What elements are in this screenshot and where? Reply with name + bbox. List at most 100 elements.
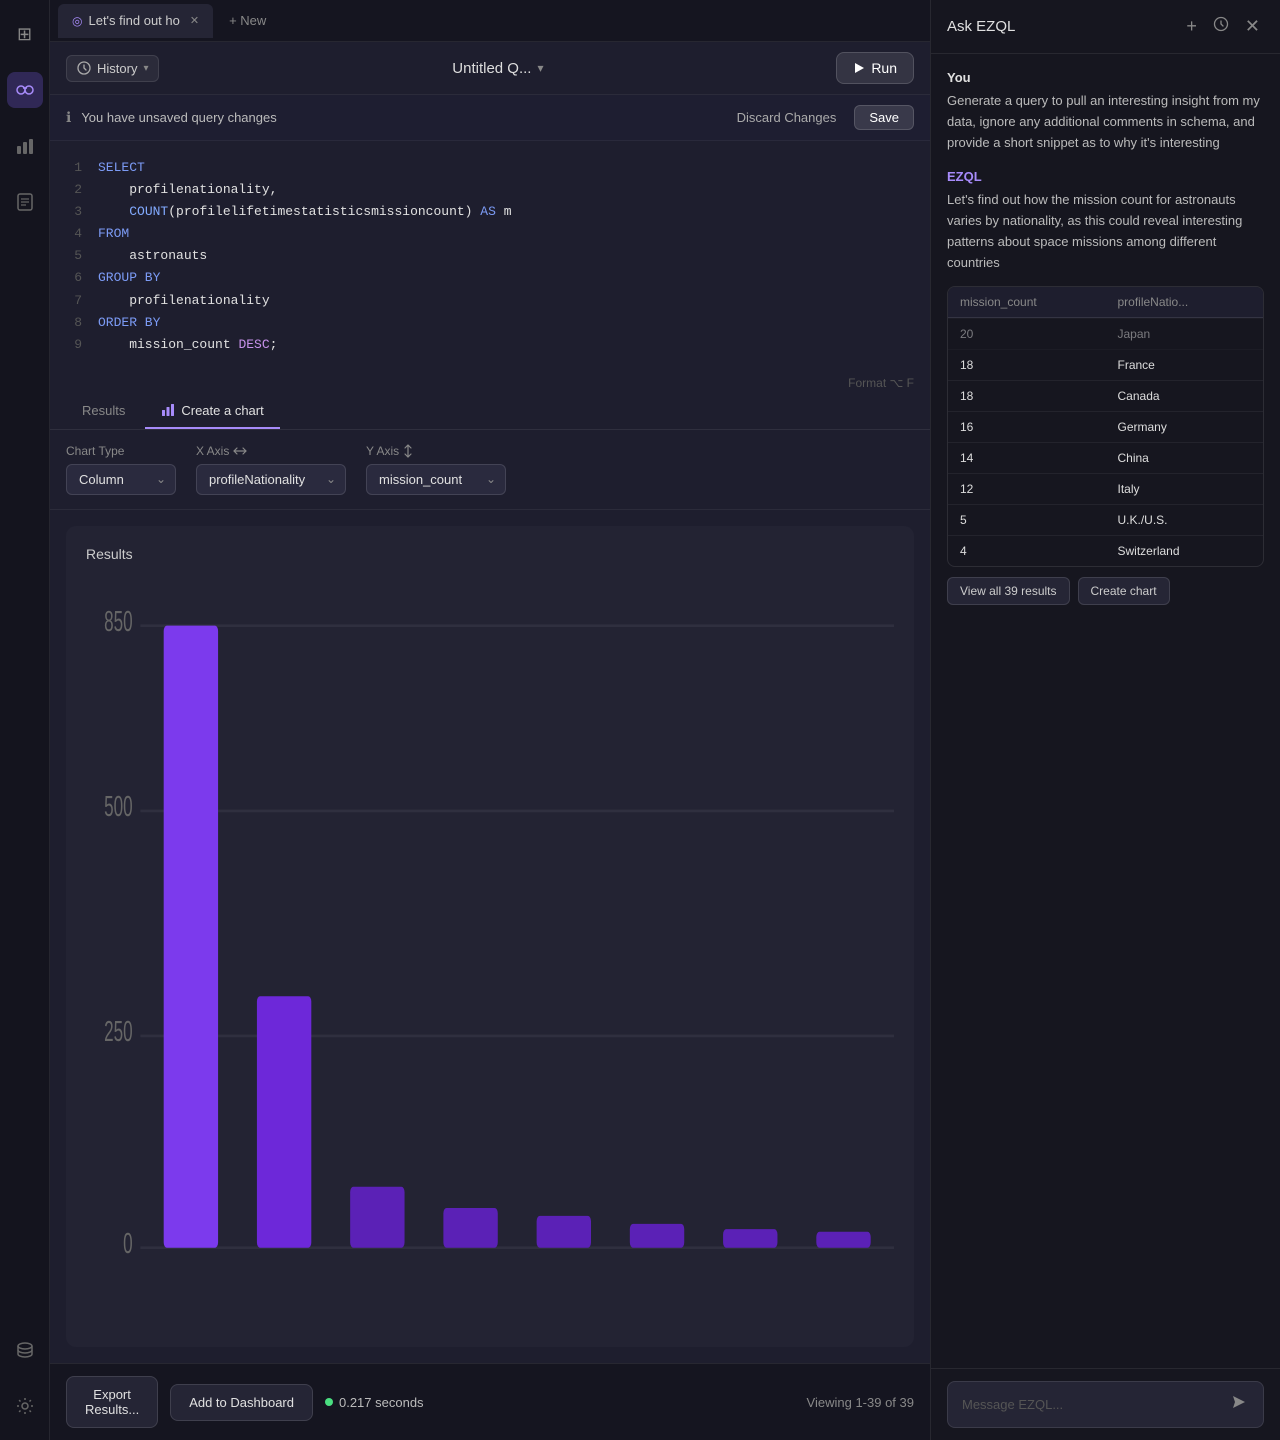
chart-svg: 850 500 250 0 bbox=[86, 578, 894, 1319]
ezql-close-button[interactable]: ✕ bbox=[1241, 12, 1264, 41]
ezql-message-text: Let's find out how the mission count for… bbox=[947, 190, 1264, 273]
ezql-panel: Ask EZQL + ✕ You Generate a query to pul… bbox=[930, 0, 1280, 1440]
table-row-france: 18 France bbox=[948, 350, 1263, 381]
cell-germany-country: Germany bbox=[1106, 412, 1264, 442]
sidebar-item-document[interactable] bbox=[7, 184, 43, 220]
new-tab-label: + New bbox=[229, 13, 266, 28]
table-actions: View all 39 results Create chart bbox=[947, 577, 1264, 605]
tab-close-button[interactable]: ✕ bbox=[190, 14, 199, 27]
chart-tab-icon bbox=[161, 403, 175, 417]
tab-label: Let's find out ho bbox=[88, 13, 179, 28]
sidebar-item-settings[interactable] bbox=[7, 1388, 43, 1424]
svg-text:0: 0 bbox=[123, 1227, 133, 1260]
chart-type-select[interactable]: Column Bar Line Scatter Pie bbox=[66, 464, 176, 495]
table-row-uk-us: 5 U.K./U.S. bbox=[948, 505, 1263, 536]
ezql-message: EZQL Let's find out how the mission coun… bbox=[947, 169, 1264, 604]
cell-ukus-count: 5 bbox=[948, 505, 1106, 535]
chart-type-label: Chart Type bbox=[66, 444, 176, 458]
svg-text:850: 850 bbox=[104, 605, 133, 638]
chart-config: Chart Type Column Bar Line Scatter Pie X… bbox=[50, 430, 930, 510]
sidebar-item-binoculars[interactable] bbox=[7, 72, 43, 108]
y-axis-label: Y Axis bbox=[366, 444, 506, 458]
chat-input-area bbox=[931, 1368, 1280, 1440]
cell-china-country: China bbox=[1106, 443, 1264, 473]
tab-bar: ◎ Let's find out ho ✕ + New bbox=[50, 0, 930, 42]
run-label: Run bbox=[871, 60, 897, 76]
table-row-switzerland: 4 Switzerland bbox=[948, 536, 1263, 566]
code-editor[interactable]: 1 SELECT 2 profilenationality, 3 COUNT(p… bbox=[50, 141, 930, 372]
run-button[interactable]: Run bbox=[836, 52, 914, 84]
tab-create-chart[interactable]: Create a chart bbox=[145, 394, 279, 429]
unsaved-notice: ℹ You have unsaved query changes Discard… bbox=[50, 95, 930, 141]
tab-results[interactable]: Results bbox=[66, 394, 141, 429]
chat-send-button[interactable] bbox=[1229, 1392, 1249, 1417]
discard-changes-button[interactable]: Discard Changes bbox=[729, 106, 845, 129]
ezql-sender-label: EZQL bbox=[947, 169, 1264, 184]
chart-type-wrapper: Column Bar Line Scatter Pie bbox=[66, 464, 176, 495]
ezql-header: Ask EZQL + ✕ bbox=[931, 0, 1280, 54]
export-results-button[interactable]: ExportResults... bbox=[66, 1376, 158, 1428]
info-icon: ℹ bbox=[66, 109, 71, 126]
cell-germany-count: 16 bbox=[948, 412, 1106, 442]
x-axis-arrows-icon bbox=[233, 446, 247, 456]
ezql-add-button[interactable]: + bbox=[1182, 12, 1201, 41]
cell-france-country: France bbox=[1106, 350, 1264, 380]
cell-japan-count: 20 bbox=[948, 319, 1106, 349]
bottom-bar: ExportResults... Add to Dashboard 0.217 … bbox=[50, 1363, 930, 1440]
history-clock-icon bbox=[77, 61, 91, 75]
col-profile-header: profileNatio... bbox=[1106, 287, 1264, 317]
sidebar-item-chart[interactable] bbox=[7, 128, 43, 164]
chart-tab-label: Create a chart bbox=[181, 403, 263, 418]
x-axis-select[interactable]: profileNationality mission_count bbox=[196, 464, 346, 495]
table-row-canada: 18 Canada bbox=[948, 381, 1263, 412]
create-chart-button[interactable]: Create chart bbox=[1078, 577, 1170, 605]
x-axis-label: X Axis bbox=[196, 444, 346, 458]
code-line-4: 4 FROM bbox=[66, 223, 914, 245]
y-axis-select[interactable]: mission_count profileNationality bbox=[366, 464, 506, 495]
save-button[interactable]: Save bbox=[854, 105, 914, 130]
sidebar-item-grid[interactable]: ⊞ bbox=[7, 16, 43, 52]
code-line-2: 2 profilenationality, bbox=[66, 179, 914, 201]
table-header: mission_count profileNatio... bbox=[948, 287, 1263, 318]
ezql-history-button[interactable] bbox=[1209, 12, 1233, 41]
unsaved-message: You have unsaved query changes bbox=[81, 110, 276, 125]
chart-type-group: Chart Type Column Bar Line Scatter Pie bbox=[66, 444, 176, 495]
tab-binoculars-icon: ◎ bbox=[72, 14, 82, 28]
cell-italy-country: Italy bbox=[1106, 474, 1264, 504]
x-axis-group: X Axis profileNationality mission_count bbox=[196, 444, 346, 495]
code-line-7: 7 profilenationality bbox=[66, 290, 914, 312]
y-axis-wrapper: mission_count profileNationality bbox=[366, 464, 506, 495]
chart-title: Results bbox=[86, 546, 894, 562]
add-to-dashboard-button[interactable]: Add to Dashboard bbox=[170, 1384, 313, 1421]
chat-input-box bbox=[947, 1381, 1264, 1428]
table-row-germany: 16 Germany bbox=[948, 412, 1263, 443]
cell-switzerland-count: 4 bbox=[948, 536, 1106, 566]
ezql-title: Ask EZQL bbox=[947, 18, 1174, 35]
timing-value: 0.217 seconds bbox=[339, 1395, 424, 1410]
user-message: You Generate a query to pull an interest… bbox=[947, 70, 1264, 153]
active-tab[interactable]: ◎ Let's find out ho ✕ bbox=[58, 4, 213, 38]
query-title-text: Untitled Q... bbox=[452, 60, 531, 77]
cell-canada-country: Canada bbox=[1106, 381, 1264, 411]
cell-japan-country: Japan bbox=[1106, 319, 1264, 349]
chat-message-input[interactable] bbox=[962, 1397, 1221, 1412]
history-icon bbox=[1213, 16, 1229, 32]
code-line-3: 3 COUNT(profilelifetimestatisticsmission… bbox=[66, 201, 914, 223]
results-table: mission_count profileNatio... 20 Japan 1… bbox=[947, 286, 1264, 567]
table-row-japan: 20 Japan bbox=[948, 318, 1263, 350]
cell-china-count: 14 bbox=[948, 443, 1106, 473]
new-tab-button[interactable]: + New bbox=[217, 9, 278, 32]
svg-text:500: 500 bbox=[104, 790, 133, 823]
svg-text:250: 250 bbox=[104, 1015, 133, 1048]
history-chevron-icon: ▾ bbox=[143, 63, 148, 74]
table-row-italy: 12 Italy bbox=[948, 474, 1263, 505]
view-all-results-button[interactable]: View all 39 results bbox=[947, 577, 1070, 605]
history-button[interactable]: History ▾ bbox=[66, 55, 159, 82]
code-line-1: 1 SELECT bbox=[66, 157, 914, 179]
format-hint: Format ⌥ F bbox=[50, 372, 930, 394]
sidebar-item-database[interactable] bbox=[7, 1332, 43, 1368]
results-tabs: Results Create a chart bbox=[50, 394, 930, 430]
query-title[interactable]: Untitled Q... ▾ bbox=[171, 60, 824, 77]
code-line-8: 8 ORDER BY bbox=[66, 312, 914, 334]
chat-messages: You Generate a query to pull an interest… bbox=[931, 54, 1280, 1368]
